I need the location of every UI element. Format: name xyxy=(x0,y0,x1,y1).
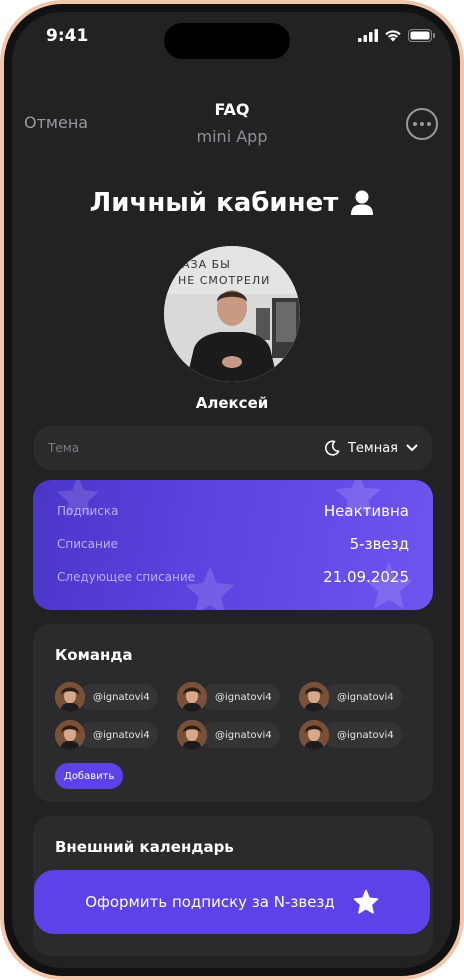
dynamic-island xyxy=(164,23,290,59)
calendar-title: Внешний календарь xyxy=(55,838,234,856)
member-handle: @ignatovi4 xyxy=(323,722,402,748)
page-title-text: Личный кабинет xyxy=(89,188,339,218)
user-name: Алексей xyxy=(195,394,269,412)
subscription-status-label: Подписка xyxy=(57,504,119,518)
member-avatar xyxy=(177,682,207,712)
team-members: @ignatovi4 @ignatovi4 @ignatovi4 @ignato… xyxy=(55,682,415,750)
subscription-charge-value: 5-звезд xyxy=(349,535,409,553)
status-icons xyxy=(358,29,436,42)
subscription-next-value: 21.09.2025 xyxy=(323,568,409,586)
subscription-next-row: Следующее списание 21.09.2025 xyxy=(57,568,409,586)
page-title: Личный кабинет xyxy=(12,188,452,218)
subscription-card: Подписка Неактивна Списание 5-звезд След… xyxy=(33,480,433,610)
star-icon xyxy=(353,889,379,914)
more-icon xyxy=(413,122,431,126)
subscription-status-value: Неактивна xyxy=(323,502,409,520)
signal-icon xyxy=(358,29,378,42)
member-avatar xyxy=(299,720,329,750)
member-handle: @ignatovi4 xyxy=(201,684,280,710)
team-member[interactable]: @ignatovi4 xyxy=(299,720,417,750)
team-member[interactable]: @ignatovi4 xyxy=(177,682,295,712)
team-member[interactable]: @ignatovi4 xyxy=(55,720,173,750)
member-avatar xyxy=(55,720,85,750)
profile-avatar: АЗА БЫ НЕ СМОТРЕЛИ xyxy=(164,246,300,382)
team-member[interactable]: @ignatovi4 xyxy=(177,720,295,750)
subscription-charge-label: Списание xyxy=(57,537,119,551)
add-member-button[interactable]: Добавить xyxy=(55,763,124,789)
member-handle: @ignatovi4 xyxy=(79,722,158,748)
app-screen: 9:41 Отмена FAQ mini App Личный кабинет xyxy=(12,12,452,968)
member-handle: @ignatovi4 xyxy=(323,684,402,710)
member-handle: @ignatovi4 xyxy=(201,722,280,748)
theme-dropdown[interactable]: Темная xyxy=(324,440,418,456)
chevron-down-icon xyxy=(406,444,418,451)
theme-label: Тема xyxy=(48,441,80,455)
header-title: FAQ xyxy=(214,100,250,119)
subscription-charge-row: Списание 5-звезд xyxy=(57,535,409,553)
team-title: Команда xyxy=(55,646,133,664)
moon-icon xyxy=(324,440,340,456)
wifi-icon xyxy=(385,30,401,42)
theme-selector[interactable]: Тема Темная xyxy=(34,426,432,470)
theme-value: Темная xyxy=(347,440,398,456)
team-card: Команда @ignatovi4 @ignatovi4 @ignatovi4 xyxy=(33,624,433,802)
battery-icon xyxy=(408,29,435,42)
subscription-status-row: Подписка Неактивна xyxy=(57,502,409,520)
team-member[interactable]: @ignatovi4 xyxy=(299,682,417,712)
user-icon xyxy=(351,190,374,215)
photo-text-line-1: АЗА БЫ xyxy=(182,258,231,271)
member-avatar xyxy=(55,682,85,712)
team-member[interactable]: @ignatovi4 xyxy=(55,682,173,712)
member-handle: @ignatovi4 xyxy=(79,684,158,710)
status-time: 9:41 xyxy=(46,26,89,46)
more-button[interactable] xyxy=(406,108,438,140)
subscription-next-label: Следующее списание xyxy=(57,570,196,584)
photo-text-line-2: НЕ СМОТРЕЛИ xyxy=(178,274,271,287)
header-subtitle: mini App xyxy=(196,127,268,146)
member-avatar xyxy=(299,682,329,712)
member-avatar xyxy=(177,720,207,750)
subscribe-button[interactable]: Оформить подписку за N-звезд xyxy=(34,870,430,934)
subscribe-button-label: Оформить подписку за N-звезд xyxy=(85,893,335,911)
